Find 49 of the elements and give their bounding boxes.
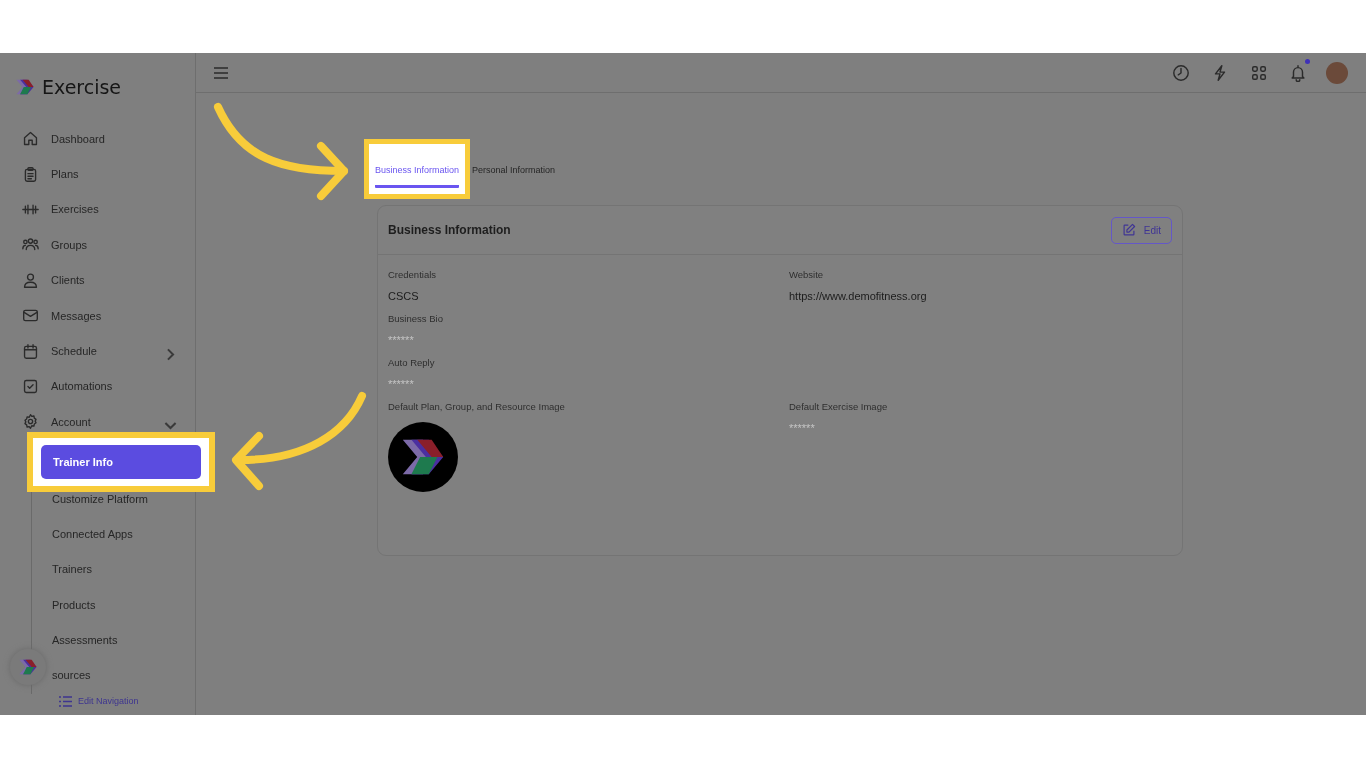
sidebar-item[interactable]: Automations <box>51 380 113 393</box>
pencil-icon <box>1121 223 1136 237</box>
edit-button[interactable]: Edit <box>1110 216 1172 244</box>
floating-logo-button[interactable] <box>10 649 46 685</box>
sidebar-item[interactable]: Dashboard <box>51 132 105 145</box>
field-label: Default Plan, Group, and Resource Image <box>388 401 566 412</box>
field-label: Credentials <box>388 269 438 280</box>
edit-navigation-link[interactable]: Edit Navigation <box>78 696 139 707</box>
sidebar-item[interactable]: Clients <box>51 274 85 287</box>
avatar[interactable] <box>1326 61 1348 84</box>
calendar-icon <box>22 342 39 360</box>
tab[interactable]: Personal Information <box>472 151 556 187</box>
sidebar-subitem[interactable]: Customize Platform <box>52 492 148 506</box>
card-title: Business Information <box>388 223 511 237</box>
field-label: Website <box>789 269 825 280</box>
menu-icon[interactable] <box>214 66 228 79</box>
bell-icon[interactable] <box>1289 63 1307 82</box>
clipboard-icon <box>22 165 39 183</box>
sidebar-item[interactable]: Groups <box>51 238 88 251</box>
person-icon <box>22 271 39 289</box>
field-label: Business Bio <box>388 313 444 324</box>
field-label: Default Exercise Image <box>789 401 889 412</box>
clock-icon[interactable] <box>1172 63 1190 82</box>
home-icon <box>22 130 39 148</box>
sidebar-item[interactable]: Schedule <box>51 345 97 358</box>
sidebar-subitem[interactable]: Assessments <box>52 634 118 648</box>
sidebar-item[interactable]: Messages <box>51 309 102 322</box>
sidebar-subitem[interactable]: Connected Apps <box>52 527 133 541</box>
list-icon <box>59 695 72 707</box>
sidebar-item[interactable]: Account <box>51 415 91 428</box>
checkbox-icon <box>22 377 39 395</box>
logo-icon <box>17 657 39 677</box>
masked-value: ****** <box>388 378 415 390</box>
field-label: Auto Reply <box>388 357 436 368</box>
sidebar-subitem[interactable]: sources <box>52 669 91 683</box>
sidebar-subitem[interactable]: Trainer Info <box>41 444 201 479</box>
masked-value: ****** <box>789 422 816 434</box>
logo-icon <box>14 77 36 97</box>
brand-name: Exercise <box>42 76 122 98</box>
tab[interactable]: Business Information <box>375 150 460 188</box>
sidebar-item[interactable]: Plans <box>51 168 79 181</box>
field-value: CSCS <box>388 290 420 302</box>
gear-icon <box>22 413 39 431</box>
masked-value: ****** <box>388 334 415 346</box>
sidebar-subitem[interactable]: Trainers <box>52 563 92 577</box>
grid-icon[interactable] <box>1250 63 1268 82</box>
sidebar-subitem[interactable]: Products <box>52 598 96 612</box>
sidebar-item[interactable]: Exercises <box>51 203 99 216</box>
field-value: https://www.demofitness.org <box>789 290 928 302</box>
